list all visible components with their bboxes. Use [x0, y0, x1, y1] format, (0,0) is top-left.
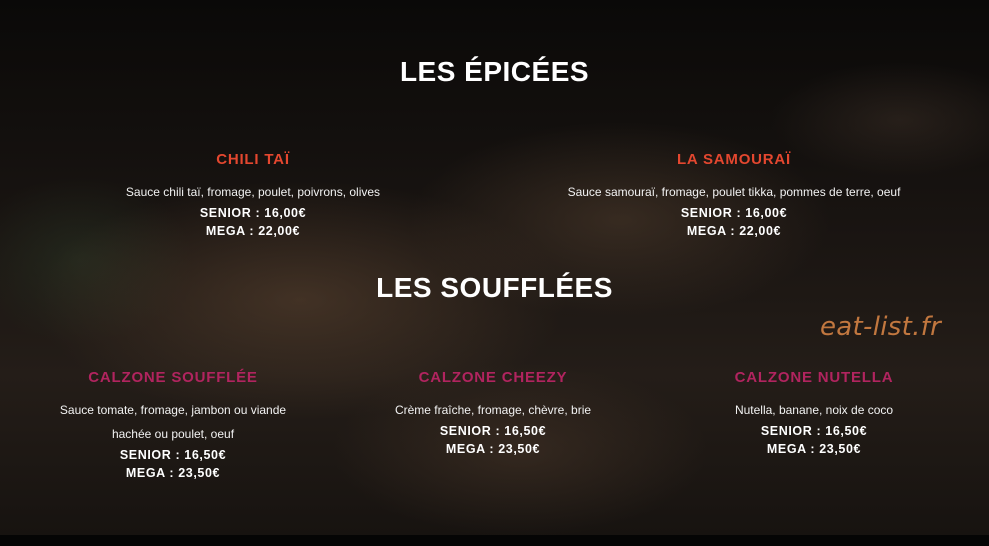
footer-bar	[0, 535, 989, 546]
price-mega: MEGA : 22,00€	[686, 224, 782, 238]
price-senior: SENIOR : 16,50€	[119, 448, 227, 462]
item-description: Nutella, banane, noix de coco	[734, 403, 894, 417]
item-description: Crème fraîche, fromage, chèvre, brie	[394, 403, 592, 417]
menu-item-calzone-soufflee: CALZONE SOUFFLÉE Sauce tomate, fromage, …	[33, 369, 313, 482]
menu-item-calzone-cheezy: CALZONE CHEEZY Crème fraîche, fromage, c…	[353, 369, 633, 458]
item-description: Sauce samouraï, fromage, poulet tikka, p…	[567, 185, 901, 199]
price-mega: MEGA : 23,50€	[766, 442, 862, 456]
item-name: CHILI TAÏ	[216, 151, 290, 168]
price-senior: SENIOR : 16,50€	[760, 424, 868, 438]
watermark-text: eat-list.fr	[820, 312, 942, 342]
item-name: CALZONE CHEEZY	[418, 369, 568, 386]
price-senior: SENIOR : 16,00€	[680, 206, 788, 220]
price-senior: SENIOR : 16,50€	[439, 424, 547, 438]
price-mega: MEGA : 23,50€	[125, 466, 221, 480]
item-name: CALZONE SOUFFLÉE	[88, 369, 258, 386]
item-description: Sauce chili taï, fromage, poulet, poivro…	[125, 185, 381, 199]
menu-item-la-samourai: LA SAMOURAÏ Sauce samouraï, fromage, pou…	[544, 151, 924, 240]
price-mega: MEGA : 23,50€	[445, 442, 541, 456]
section-title-epicees: LES ÉPICÉES	[399, 56, 590, 87]
menu-item-chili-tai: CHILI TAÏ Sauce chili taï, fromage, poul…	[93, 151, 413, 240]
item-description-line-2: hachée ou poulet, oeuf	[111, 427, 235, 441]
menu-item-calzone-nutella: CALZONE NUTELLA Nutella, banane, noix de…	[674, 369, 954, 458]
section-title-soufflees: LES SOUFFLÉES	[376, 272, 613, 303]
item-description-line-1: Sauce tomate, fromage, jambon ou viande	[59, 403, 287, 417]
item-name: CALZONE NUTELLA	[734, 369, 894, 386]
price-senior: SENIOR : 16,00€	[199, 206, 307, 220]
item-name: LA SAMOURAÏ	[676, 151, 792, 168]
price-mega: MEGA : 22,00€	[205, 224, 301, 238]
